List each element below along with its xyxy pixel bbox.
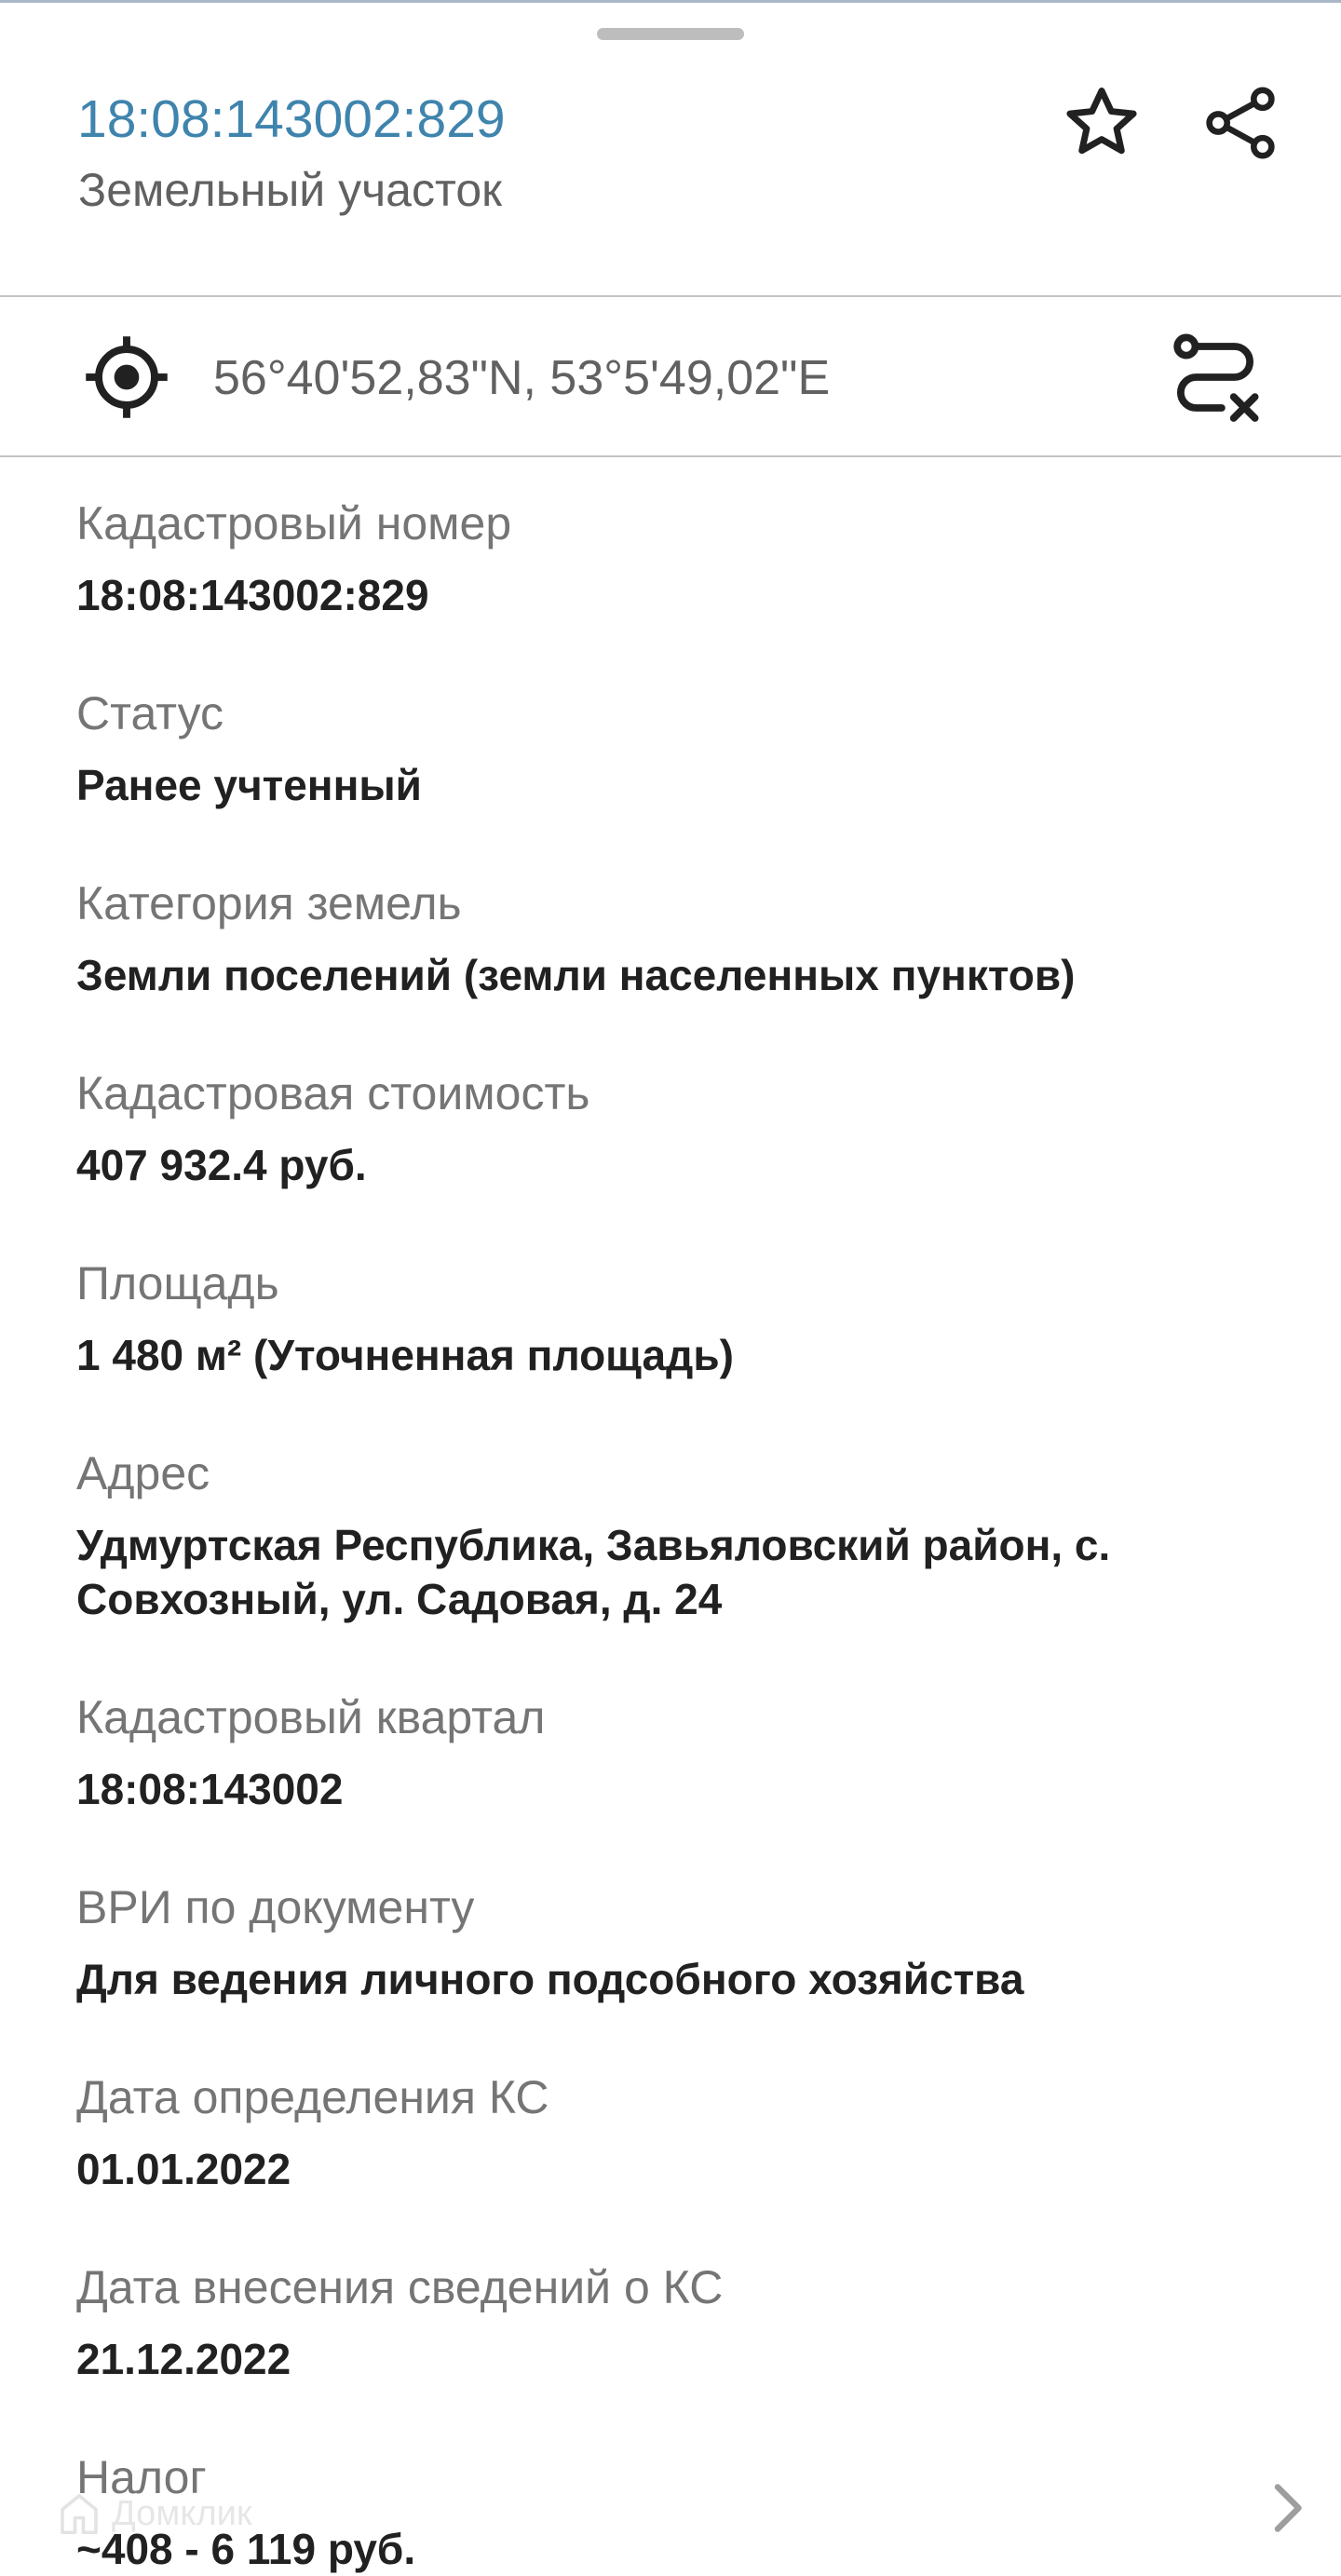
field-area: Площадь 1 480 м² (Уточненная площадь) bbox=[76, 1254, 1268, 1382]
field-value: 21.12.2022 bbox=[76, 2335, 291, 2383]
watermark-text: Домклик bbox=[112, 2494, 252, 2533]
field-entry-date: Дата внесения сведений о КС 21.12.2022 bbox=[76, 2257, 1268, 2386]
page-title: 18:08:143002:829 bbox=[77, 89, 506, 149]
share-button[interactable] bbox=[1185, 67, 1296, 179]
watermark: Домклик bbox=[54, 2488, 252, 2539]
drag-handle[interactable] bbox=[597, 28, 744, 40]
route-button[interactable] bbox=[1164, 326, 1266, 428]
field-permitted-use: ВРИ по документу Для ведения личного под… bbox=[76, 1878, 1268, 2006]
field-label: Дата внесения сведений о КС bbox=[76, 2261, 724, 2313]
field-label: Дата определения КС bbox=[76, 2071, 549, 2123]
field-value: Удмуртская Республика, Завьяловский райо… bbox=[76, 1518, 1268, 1626]
field-label: Категория земель bbox=[76, 877, 462, 929]
share-icon bbox=[1206, 87, 1275, 159]
field-cadastral-number: Кадастровый номер 18:08:143002:829 bbox=[76, 494, 1268, 622]
page-subtitle: Земельный участок bbox=[78, 164, 503, 216]
address-line-2: Совхозный, ул. Садовая, д. 24 bbox=[76, 1575, 723, 1623]
field-label: Кадастровый квартал bbox=[76, 1691, 546, 1743]
field-label: ВРИ по документу bbox=[76, 1881, 475, 1933]
field-label: Кадастровая стоимость bbox=[76, 1067, 590, 1119]
field-value: 1 480 м² (Уточненная площадь) bbox=[76, 1331, 734, 1379]
field-value: ~408 - 6 119 руб. bbox=[76, 2525, 416, 2573]
field-value: 18:08:143002 bbox=[76, 1765, 344, 1813]
field-label: Налог bbox=[76, 2451, 207, 2503]
field-status: Статус Ранее учтенный bbox=[76, 684, 1268, 812]
field-valuation-date: Дата определения КС 01.01.2022 bbox=[76, 2068, 1268, 2196]
address-line-1: Удмуртская Республика, Завьяловский райо… bbox=[76, 1521, 1111, 1569]
field-label: Площадь bbox=[76, 1257, 279, 1309]
field-value: Земли поселений (земли населенных пункто… bbox=[76, 951, 1076, 999]
crosshair-icon bbox=[86, 336, 168, 418]
field-value: Для ведения личного подсобного хозяйства bbox=[76, 1955, 1024, 2003]
field-value: 407 932.4 руб. bbox=[76, 1141, 367, 1189]
field-tax[interactable]: Налог ~408 - 6 119 руб. bbox=[76, 2447, 1268, 2576]
route-icon bbox=[1173, 333, 1259, 422]
header-divider bbox=[0, 295, 1341, 297]
field-label: Кадастровый номер bbox=[76, 497, 512, 549]
field-value: 18:08:143002:829 bbox=[76, 571, 429, 619]
locate-button[interactable] bbox=[80, 331, 173, 424]
coordinates-text[interactable]: 56°40'52,83"N, 53°5'49,02"E bbox=[213, 345, 830, 412]
header: 18:08:143002:829 Земельный участок bbox=[0, 0, 1341, 296]
field-cadastral-value: Кадастровая стоимость 407 932.4 руб. bbox=[76, 1064, 1268, 1192]
field-land-category: Категория земель Земли поселений (земли … bbox=[76, 874, 1268, 1002]
favorite-button[interactable] bbox=[1046, 67, 1158, 179]
field-address: Адрес Удмуртская Республика, Завьяловски… bbox=[76, 1444, 1268, 1626]
star-outline-icon bbox=[1066, 88, 1137, 155]
house-logo-icon bbox=[61, 2494, 98, 2535]
field-value: Ранее учтенный bbox=[76, 761, 422, 809]
tax-details-chevron[interactable] bbox=[1259, 2475, 1315, 2541]
coordinates-divider bbox=[0, 455, 1341, 457]
field-label: Статус bbox=[76, 687, 224, 739]
field-value: 01.01.2022 bbox=[76, 2145, 291, 2193]
field-label: Адрес bbox=[76, 1447, 210, 1499]
field-cadastral-quarter: Кадастровый квартал 18:08:143002 bbox=[76, 1688, 1268, 1816]
chevron-right-icon bbox=[1274, 2484, 1302, 2532]
